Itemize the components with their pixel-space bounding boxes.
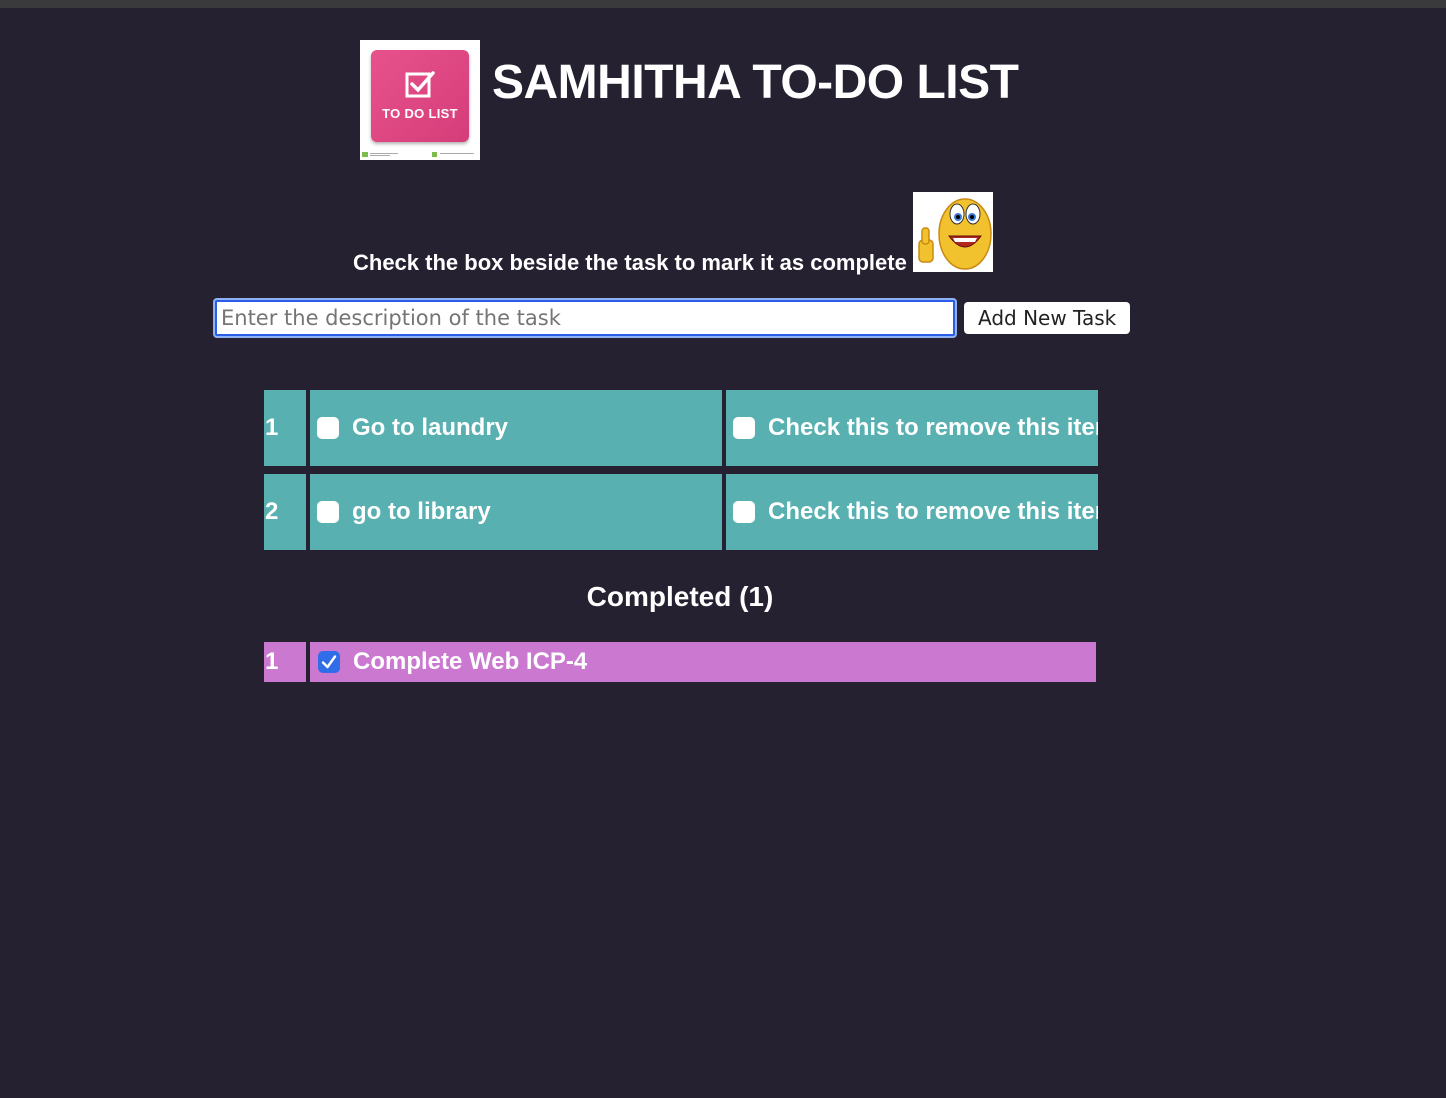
remove-cell: Check this to remove this item — [726, 390, 1098, 466]
completed-table-row: 1 Complete Web ICP-4 — [264, 642, 1096, 682]
logo-checkbox-icon — [405, 71, 435, 98]
task-cell: Go to laundry — [310, 390, 722, 466]
remove-task-checkbox[interactable] — [733, 501, 755, 523]
thumbs-up-smiley-icon — [912, 192, 993, 272]
add-new-task-button[interactable]: Add New Task — [964, 302, 1131, 334]
logo-footer-decoration — [362, 152, 474, 157]
logo-text: TO DO LIST — [382, 106, 458, 121]
task-description: Go to laundry — [352, 414, 508, 441]
task-number: 1 — [264, 390, 306, 466]
completed-task-description: Complete Web ICP-4 — [353, 648, 588, 675]
instruction-row: Check the box beside the task to mark it… — [353, 192, 993, 275]
task-number: 2 — [264, 474, 306, 550]
completed-heading: Completed (1) — [586, 581, 774, 612]
table-row: 1 Go to laundry Check this to remove thi… — [264, 390, 1098, 466]
checkmark-icon — [321, 655, 337, 669]
remove-label: Check this to remove this item — [768, 498, 1098, 525]
remove-task-checkbox[interactable] — [733, 417, 755, 439]
instruction-text: Check the box beside the task to mark it… — [353, 250, 907, 275]
completed-task-number: 1 — [264, 642, 306, 682]
task-description-input[interactable] — [215, 300, 955, 336]
table-row: 2 go to library Check this to remove thi… — [264, 474, 1098, 550]
complete-task-checkbox[interactable] — [317, 501, 339, 523]
logo-card: TO DO LIST — [371, 50, 469, 142]
completed-task-checkbox[interactable] — [318, 651, 340, 673]
add-task-row: Add New Task — [215, 300, 1131, 336]
browser-top-strip — [0, 0, 1446, 8]
page-header: TO DO LIST SAMHITHA TO-DO LIST — [360, 40, 1019, 160]
page-title: SAMHITHA TO-DO LIST — [492, 56, 1019, 109]
remove-cell: Check this to remove this item — [726, 474, 1098, 550]
task-table: 1 Go to laundry Check this to remove thi… — [264, 390, 1098, 558]
todo-list-logo-icon: TO DO LIST — [360, 40, 480, 160]
complete-task-checkbox[interactable] — [317, 417, 339, 439]
completed-task-cell: Complete Web ICP-4 — [310, 642, 1096, 682]
task-description: go to library — [352, 498, 491, 525]
remove-label: Check this to remove this item — [768, 414, 1098, 441]
task-cell: go to library — [310, 474, 722, 550]
